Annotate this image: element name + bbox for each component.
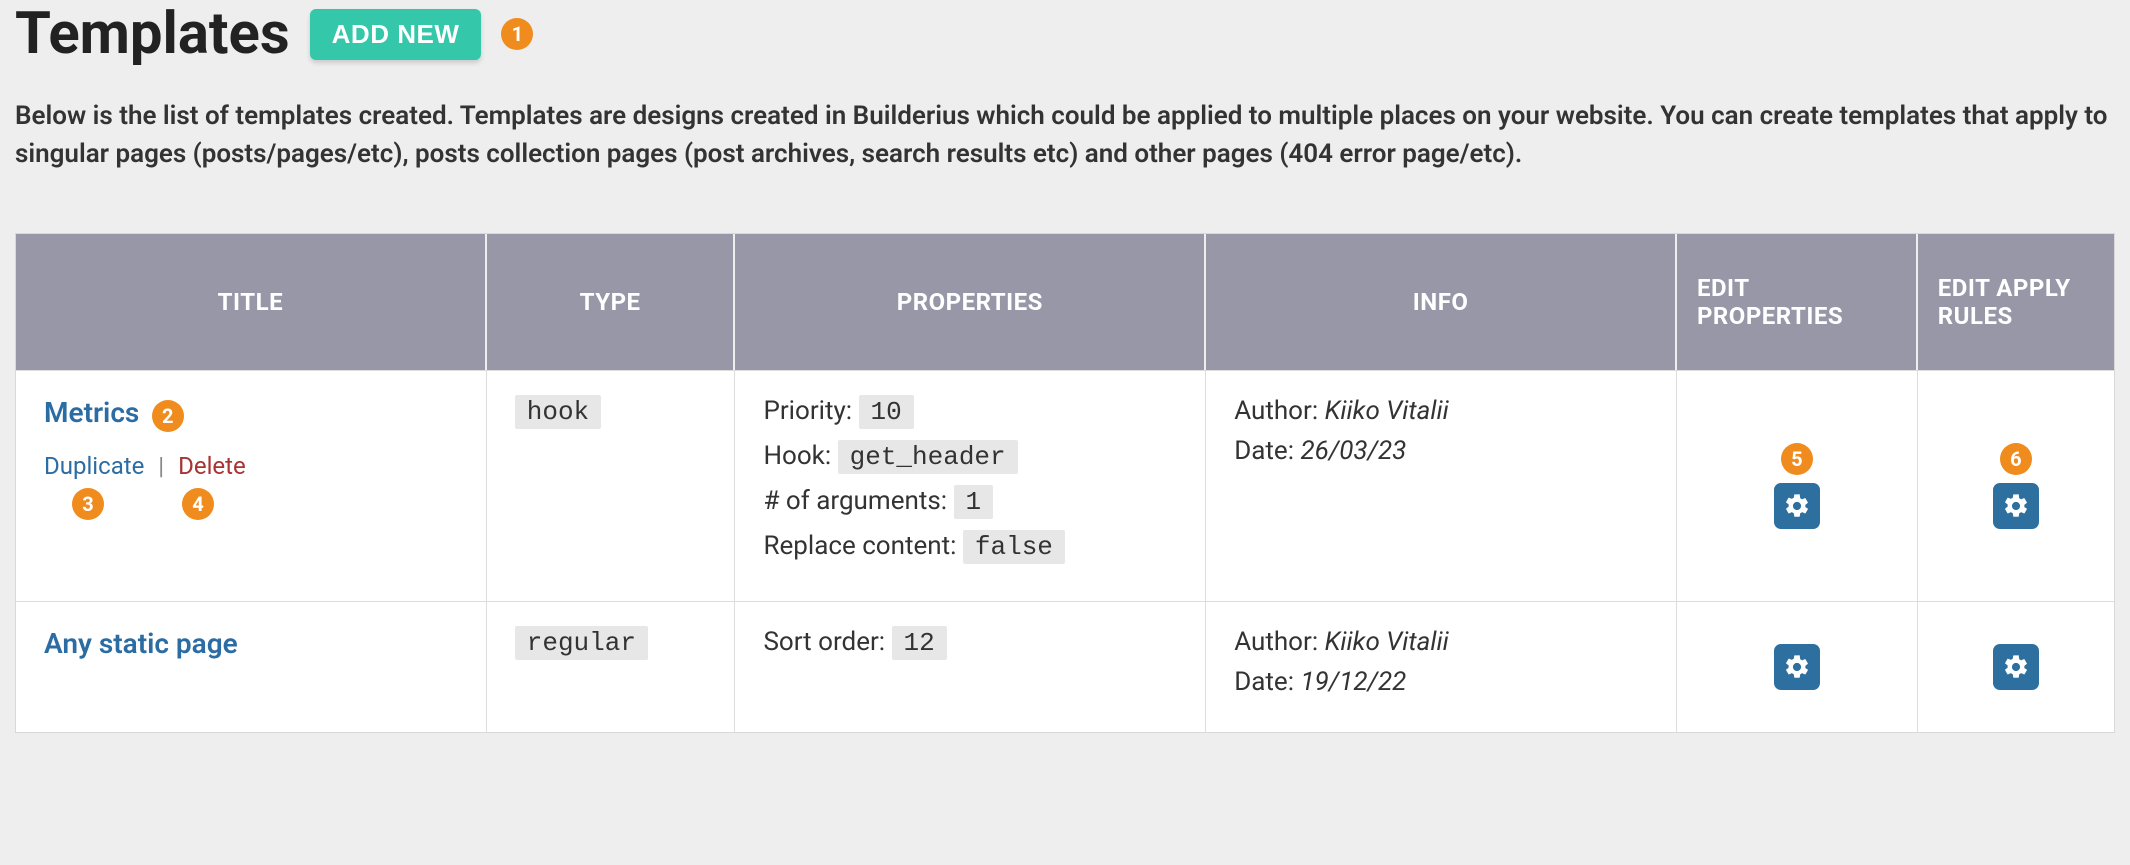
th-properties: PROPERTIES xyxy=(735,234,1206,370)
delete-action[interactable]: Delete xyxy=(178,452,246,480)
table-row: Metrics 2 Duplicate | Delete 3 4 hook xyxy=(16,370,2114,601)
info-date-value: 19/12/22 xyxy=(1300,667,1406,697)
prop-priority-label: Priority: xyxy=(763,396,852,426)
gear-icon xyxy=(2002,653,2030,681)
th-edit-apply-rules: EDIT APPLY RULES xyxy=(1918,234,2114,370)
callout-1: 1 xyxy=(501,18,533,50)
template-title-link[interactable]: Any static page xyxy=(44,627,238,660)
info-author-label: Author: xyxy=(1234,627,1318,657)
row-actions: Duplicate | Delete 3 4 xyxy=(44,452,458,520)
prop-priority-value: 10 xyxy=(859,395,914,429)
th-type: TYPE xyxy=(487,234,736,370)
page-description: Below is the list of templates created. … xyxy=(15,98,2115,173)
add-new-button[interactable]: ADD NEW xyxy=(310,9,482,60)
gear-icon xyxy=(2002,492,2030,520)
info-date-label: Date: xyxy=(1234,667,1294,697)
gear-icon xyxy=(1783,653,1811,681)
action-separator: | xyxy=(158,452,164,480)
callout-3: 3 xyxy=(72,488,104,520)
prop-hook-label: Hook: xyxy=(763,441,831,471)
callout-6: 6 xyxy=(2000,443,2032,475)
table-row: Any static page regular Sort order: 12 A… xyxy=(16,601,2114,732)
duplicate-action[interactable]: Duplicate xyxy=(44,452,144,480)
info-author-value: Kiiko Vitalii xyxy=(1325,396,1449,426)
th-title: TITLE xyxy=(16,234,487,370)
callout-2: 2 xyxy=(152,400,184,432)
type-chip: hook xyxy=(515,395,601,429)
gear-icon xyxy=(1783,492,1811,520)
page-title: Templates xyxy=(15,0,290,68)
prop-sort-label: Sort order: xyxy=(763,627,885,657)
callout-4: 4 xyxy=(182,488,214,520)
edit-properties-button[interactable] xyxy=(1774,644,1820,690)
prop-replace-value: false xyxy=(963,530,1065,564)
prop-args-value: 1 xyxy=(954,485,994,519)
prop-sort-value: 12 xyxy=(892,626,947,660)
info-date-label: Date: xyxy=(1234,436,1294,466)
prop-args-label: # of arguments: xyxy=(763,486,947,516)
th-info: INFO xyxy=(1206,234,1677,370)
edit-apply-rules-button[interactable] xyxy=(1993,483,2039,529)
info-author-label: Author: xyxy=(1234,396,1318,426)
prop-replace-label: Replace content: xyxy=(763,531,956,561)
info-date-value: 26/03/23 xyxy=(1300,436,1406,466)
templates-table: TITLE TYPE PROPERTIES INFO EDIT PROPERTI… xyxy=(15,233,2115,733)
type-chip: regular xyxy=(515,626,648,660)
info-author-value: Kiiko Vitalii xyxy=(1325,627,1449,657)
edit-apply-rules-button[interactable] xyxy=(1993,644,2039,690)
callout-5: 5 xyxy=(1781,443,1813,475)
th-edit-properties: EDIT PROPERTIES xyxy=(1677,234,1918,370)
prop-hook-value: get_header xyxy=(838,440,1018,474)
template-title-link[interactable]: Metrics xyxy=(44,396,139,429)
edit-properties-button[interactable] xyxy=(1774,483,1820,529)
